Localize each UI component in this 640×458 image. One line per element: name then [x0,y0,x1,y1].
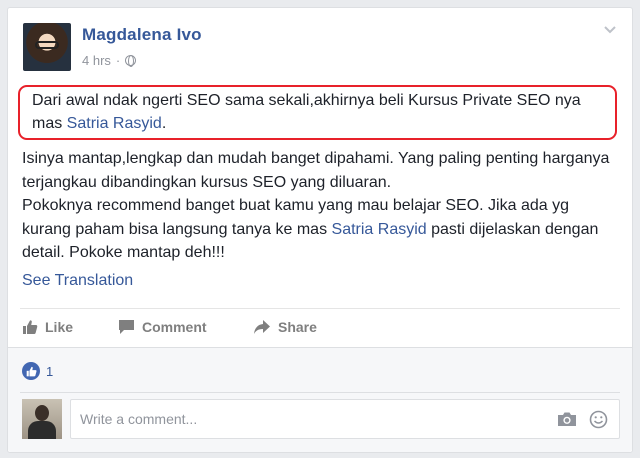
share-label: Share [278,319,317,335]
reactions-summary[interactable]: 1 [22,362,53,380]
like-button[interactable]: Like [22,316,118,338]
comment-icon [119,320,134,334]
comment-label: Comment [142,319,207,335]
avatar-glasses [35,41,59,49]
share-arrow-icon [254,320,270,334]
highlight-text-end: . [161,115,167,132]
current-user-avatar [22,399,62,439]
avatar-torso [28,421,56,439]
body-paragraph-1: Isinya mantap,lengkap dan mudah banget d… [22,150,610,191]
comment-input[interactable] [80,411,520,427]
action-bar: Like Comment Share [22,316,317,338]
chevron-down-icon[interactable] [603,22,617,36]
post-card: Magdalena Ivo 4 hrs · Dari awal ndak nge… [7,7,633,453]
meta-separator: · [115,53,121,68]
post-body: Isinya mantap,lengkap dan mudah banget d… [22,147,622,265]
post-time[interactable]: 4 hrs [82,53,111,68]
comment-box[interactable] [70,399,620,439]
see-translation-link[interactable]: See Translation [22,272,133,290]
thumbs-up-icon [23,320,38,334]
post-meta: 4 hrs · [82,53,137,68]
reaction-count: 1 [46,363,54,379]
globe-icon[interactable] [125,55,137,67]
author-avatar[interactable] [23,23,71,71]
emoji-icon[interactable] [589,410,608,429]
highlighted-text: Dari awal ndak ngerti SEO sama sekali,ak… [32,89,612,135]
comment-button[interactable]: Comment [118,316,253,338]
divider [20,308,620,309]
mention-link[interactable]: Satria Rasyid [67,115,162,132]
camera-icon[interactable] [557,411,577,427]
avatar-head [35,405,49,421]
comments-section: 1 [8,347,632,452]
mention-link-body[interactable]: Satria Rasyid [332,221,427,238]
author-name[interactable]: Magdalena Ivo [82,25,202,45]
like-reaction-icon [22,362,40,380]
divider [20,392,620,393]
like-label: Like [45,319,74,335]
share-button[interactable]: Share [253,316,317,338]
